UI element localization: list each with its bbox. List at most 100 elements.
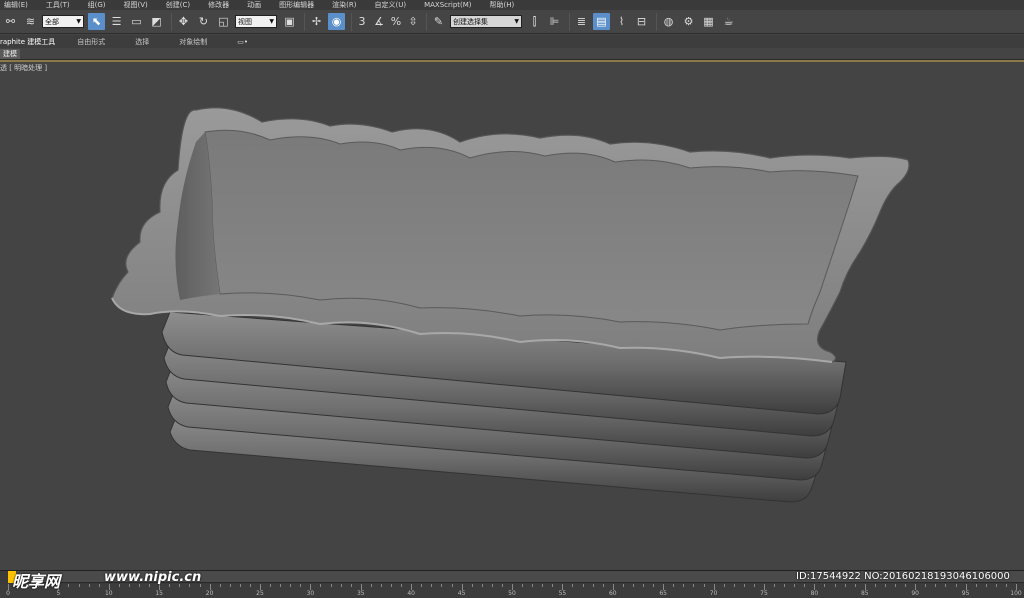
timeline-tick	[955, 584, 957, 587]
timeline-tick-label: 25	[256, 590, 264, 597]
timeline-tick	[320, 584, 322, 587]
timeline-tick	[683, 584, 685, 587]
select-by-name-icon[interactable]: ☰	[108, 13, 125, 30]
timeline-tick	[653, 584, 655, 587]
menu-item[interactable]: MAXScript(M)	[424, 0, 471, 10]
layer-manager-icon[interactable]: ≣	[573, 13, 590, 30]
menu-item[interactable]: 帮助(H)	[490, 0, 515, 10]
edit-named-selection-icon[interactable]: ✎	[430, 13, 447, 30]
menu-item[interactable]: 创建(C)	[166, 0, 190, 10]
ribbon-options-icon[interactable]: ▭•	[237, 38, 248, 46]
timeline-tick-label: 75	[760, 590, 768, 597]
select-object-icon[interactable]: ⬉	[88, 13, 105, 30]
schematic-view-icon[interactable]: ⊟	[633, 13, 650, 30]
timeline-tick	[935, 584, 937, 587]
material-editor-icon[interactable]: ◍	[660, 13, 677, 30]
reference-coord-dropdown[interactable]: 视图 ▼	[235, 15, 277, 28]
chevron-down-icon: ▼	[514, 18, 519, 25]
menu-item[interactable]: 视图(V)	[124, 0, 148, 10]
tab-selection[interactable]: 选择	[135, 37, 149, 47]
pivot-center-icon[interactable]: ▣	[281, 13, 298, 30]
main-toolbar: ⚯ ≋ 全部 ▼ ⬉ ☰ ▭ ◩ ✥ ↻ ◱ 视图 ▼ ▣ ✢ ◉ 3 ∡ % ⇳ …	[0, 10, 1024, 34]
timeline-tick	[441, 584, 443, 587]
timeline-tick	[340, 584, 342, 587]
timeline-tick	[753, 584, 755, 587]
rendered-frame-icon[interactable]: ▦	[700, 13, 717, 30]
named-selection-value: 创建选择集	[453, 17, 488, 26]
curve-editor-icon[interactable]: ⌇	[613, 13, 630, 30]
timeline-tick	[501, 584, 503, 587]
timeline-tick	[532, 584, 534, 587]
window-crossing-icon[interactable]: ◩	[148, 13, 165, 30]
snaps-label: 3	[358, 15, 366, 28]
timeline-tick	[431, 584, 433, 587]
menu-bar: 编辑(E) 工具(T) 组(G) 视图(V) 创建(C) 修改器 动画 图形编辑器 渲染(R) 自…	[0, 0, 1024, 10]
select-and-manipulate-icon[interactable]: ✢	[308, 13, 325, 30]
timeline-tick-label: 60	[608, 590, 617, 597]
timeline-tick-label: 40	[407, 590, 416, 597]
timeline-ruler[interactable]: 0 5 10 15 20 25 30 35 40 45 50 55 60 65 70 75 80 85 90 95 10…	[0, 584, 1024, 598]
timeline-tick	[330, 584, 332, 587]
tab-graphite-modeling[interactable]: raphite 建模工具	[0, 37, 55, 47]
timeline-tick	[592, 584, 594, 587]
graphite-toolbar-icon[interactable]: ▤	[593, 13, 610, 30]
selection-filter-dropdown[interactable]: 全部 ▼	[42, 15, 84, 28]
timeline-tick	[98, 584, 100, 587]
menu-item[interactable]: 动画	[247, 0, 261, 10]
menu-item[interactable]: 图形编辑器	[279, 0, 314, 10]
timeline-tick	[774, 584, 776, 587]
timeline-tick	[844, 584, 846, 587]
timeline-tick	[78, 584, 80, 587]
timeline-tick	[481, 584, 483, 587]
timeline-tick	[350, 584, 352, 587]
timeline-tick-label: 90	[911, 590, 920, 597]
timeline-tick-label: 15	[155, 590, 164, 597]
timeline-tick	[290, 584, 292, 587]
chevron-down-icon: ▼	[76, 18, 81, 25]
bind-space-warp-icon[interactable]: ≋	[22, 13, 39, 30]
timeline-tick	[723, 584, 725, 587]
rotate-icon[interactable]: ↻	[195, 13, 212, 30]
timeline-tick	[602, 584, 604, 587]
mirror-icon[interactable]: ⫿	[526, 13, 543, 30]
watermark-id: ID:17544922 NO:20160218193046106000	[796, 571, 1010, 582]
menu-item[interactable]: 组(G)	[88, 0, 106, 10]
link-icon[interactable]: ⚯	[2, 13, 19, 30]
scale-icon[interactable]: ◱	[215, 13, 232, 30]
percent-snap-label: %	[390, 15, 402, 28]
timeline-tick	[905, 584, 907, 587]
render-production-icon[interactable]: ☕	[720, 13, 737, 30]
timeline-tick-label: 50	[508, 590, 516, 597]
perspective-viewport[interactable]: 透 [ 明暗处理 ]	[0, 62, 1024, 570]
tab-freeform[interactable]: 自由形式	[77, 37, 105, 47]
spinner-snap-icon[interactable]: ⇳	[406, 13, 420, 30]
angle-snap-icon[interactable]: ∡	[372, 13, 386, 30]
tab-object-paint[interactable]: 对象绘制	[179, 37, 207, 47]
render-setup-icon[interactable]: ⚙	[680, 13, 697, 30]
percent-snap-icon[interactable]: %	[389, 13, 403, 30]
menu-item[interactable]: 修改器	[208, 0, 229, 10]
align-icon[interactable]: ⊫	[546, 13, 563, 30]
timeline-tick	[693, 584, 695, 587]
timeline-tick	[582, 584, 584, 587]
menu-item[interactable]: 渲染(R)	[332, 0, 356, 10]
menu-item[interactable]: 编辑(E)	[4, 0, 28, 10]
timeline-tick	[824, 584, 826, 587]
timeline-tick	[239, 584, 241, 587]
named-selection-dropdown[interactable]: 创建选择集 ▼	[450, 15, 522, 28]
move-icon[interactable]: ✥	[175, 13, 192, 30]
watermark-logo: 昵享网	[12, 572, 61, 591]
timeline-tick	[673, 584, 675, 587]
toolbar-separator	[569, 12, 570, 31]
snaps-toggle-icon[interactable]: 3	[355, 13, 369, 30]
timeline-tick	[925, 584, 927, 587]
timeline-tick	[895, 584, 897, 587]
timeline-tick-label: 70	[709, 590, 718, 597]
ribbon-tabs: raphite 建模工具 自由形式 选择 对象绘制 ▭•	[0, 35, 1024, 48]
rectangular-selection-icon[interactable]: ▭	[128, 13, 145, 30]
ribbon-panel-label[interactable]: 建模	[0, 49, 20, 59]
timeline-tick	[784, 584, 786, 587]
keyboard-shortcut-override-icon[interactable]: ◉	[328, 13, 345, 30]
menu-item[interactable]: 工具(T)	[46, 0, 70, 10]
menu-item[interactable]: 自定义(U)	[374, 0, 406, 10]
